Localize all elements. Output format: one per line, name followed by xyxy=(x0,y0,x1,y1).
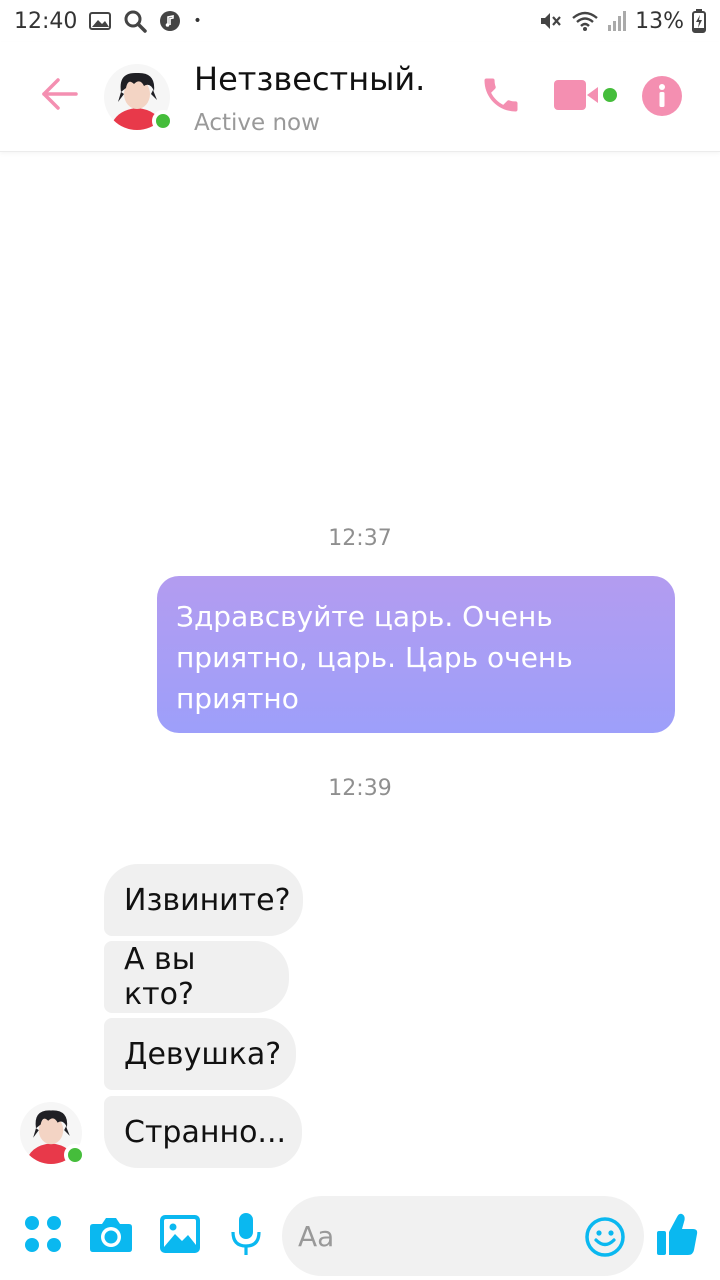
notification-dot: • xyxy=(193,13,202,29)
search-icon xyxy=(123,9,148,33)
battery-charging-icon xyxy=(692,9,706,33)
emoji-icon xyxy=(584,1217,626,1262)
voice-call-button[interactable] xyxy=(474,72,528,122)
camera-button[interactable] xyxy=(88,1214,134,1258)
voice-message-button[interactable] xyxy=(226,1212,266,1260)
outgoing-message-text: Здравсвуйте царь. Очень приятно, царь. Ц… xyxy=(176,600,573,715)
mute-icon xyxy=(539,10,563,32)
incoming-message-text: А вы кто? xyxy=(124,942,196,1012)
music-icon xyxy=(159,10,181,32)
thumbs-up-icon xyxy=(655,1211,699,1261)
info-button[interactable] xyxy=(640,76,684,120)
message-timestamp: 12:37 xyxy=(328,526,392,551)
incoming-message-text: Странно... xyxy=(124,1114,287,1150)
video-camera-icon xyxy=(552,77,620,117)
clock: 12:40 xyxy=(14,8,78,34)
gallery-button[interactable] xyxy=(158,1214,202,1258)
message-timestamp: 12:39 xyxy=(328,776,392,801)
conversation-header: Нетзвестный. Active now xyxy=(0,42,720,152)
image-icon xyxy=(159,1214,201,1258)
emoji-button[interactable] xyxy=(584,1216,626,1258)
info-icon xyxy=(641,75,683,121)
like-button[interactable] xyxy=(654,1212,700,1260)
apps-grid-icon xyxy=(23,1214,63,1258)
online-indicator xyxy=(64,1144,86,1166)
status-bar-left: 12:40 • xyxy=(14,9,202,34)
contact-avatar[interactable] xyxy=(104,64,174,132)
status-bar: 12:40 • 13% xyxy=(0,0,720,42)
incoming-message-bubble[interactable]: Извините? xyxy=(104,864,303,936)
status-bar-right: 13% xyxy=(539,9,706,34)
back-button[interactable] xyxy=(36,76,84,116)
active-status: Active now xyxy=(194,110,320,136)
battery-percent: 13% xyxy=(635,8,684,34)
incoming-message-text: Извините? xyxy=(124,882,291,918)
phone-icon xyxy=(479,73,523,121)
incoming-message-text: Девушка? xyxy=(124,1036,282,1072)
gallery-icon xyxy=(89,11,112,31)
microphone-icon xyxy=(229,1211,263,1261)
back-arrow-icon xyxy=(40,77,80,115)
video-call-button[interactable] xyxy=(552,74,620,120)
wifi-icon xyxy=(571,10,599,32)
contact-name[interactable]: Нетзвестный. xyxy=(194,60,425,98)
incoming-message-bubble[interactable]: Странно... xyxy=(104,1096,302,1168)
incoming-message-bubble[interactable]: Девушка? xyxy=(104,1018,296,1090)
incoming-message-bubble[interactable]: А вы кто? xyxy=(104,941,289,1013)
more-actions-button[interactable] xyxy=(22,1214,64,1258)
online-indicator xyxy=(152,110,174,132)
camera-icon xyxy=(89,1214,133,1258)
message-input[interactable] xyxy=(298,1196,568,1276)
signal-icon xyxy=(607,10,627,32)
message-composer xyxy=(282,1196,644,1276)
sender-avatar[interactable] xyxy=(20,1102,86,1166)
outgoing-message-bubble[interactable]: Здравсвуйте царь. Очень приятно, царь. Ц… xyxy=(157,576,675,733)
